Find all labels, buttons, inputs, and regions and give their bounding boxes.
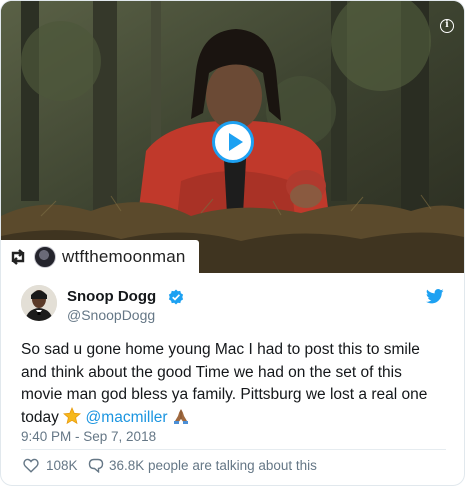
avatar-image	[21, 285, 57, 321]
author-name[interactable]: Snoop Dogg	[67, 288, 156, 305]
play-icon	[229, 133, 243, 151]
verified-badge-icon	[168, 289, 184, 305]
tweet-text-line: and think about the good Time we had on …	[21, 363, 402, 381]
tweet-text-line: today @macmiller	[21, 406, 446, 430]
tweet-text-line: movie man god bless ya family. Pittsburg…	[21, 386, 428, 403]
embedded-tweet-card: i wtfthemoonman Snoop Dogg @SnoopDogg So…	[0, 0, 465, 486]
divider	[21, 449, 446, 450]
play-button[interactable]	[212, 121, 254, 163]
tweet-text: So sad u gone home young Mac I had to po…	[21, 339, 446, 429]
info-icon[interactable]: i	[440, 19, 454, 33]
tweet-text-segment: today	[21, 408, 64, 426]
reply-icon[interactable]	[88, 458, 104, 473]
author-avatar[interactable]	[21, 285, 57, 321]
tweet-text-line: So sad u gone home young Mac I had to po…	[21, 341, 420, 358]
tweet-video[interactable]: i wtfthemoonman	[1, 1, 464, 273]
author-handle[interactable]: @SnoopDogg	[67, 307, 155, 323]
twitter-bird-icon[interactable]	[426, 289, 444, 304]
talking-about-count[interactable]: 36.8K people are talking about this	[109, 458, 317, 473]
mention-link[interactable]: @macmiller	[86, 409, 168, 426]
repost-user-avatar	[34, 246, 56, 268]
repost-icon	[11, 249, 25, 265]
folded-hands-icon	[173, 408, 188, 424]
heart-icon[interactable]	[23, 458, 39, 473]
repost-banner: wtfthemoonman	[1, 240, 199, 273]
like-count[interactable]: 108K	[46, 458, 78, 473]
repost-username: wtfthemoonman	[62, 247, 186, 266]
tweet-timestamp[interactable]: 9:40 PM - Sep 7, 2018	[21, 429, 156, 444]
glowing-star-icon	[63, 406, 82, 424]
